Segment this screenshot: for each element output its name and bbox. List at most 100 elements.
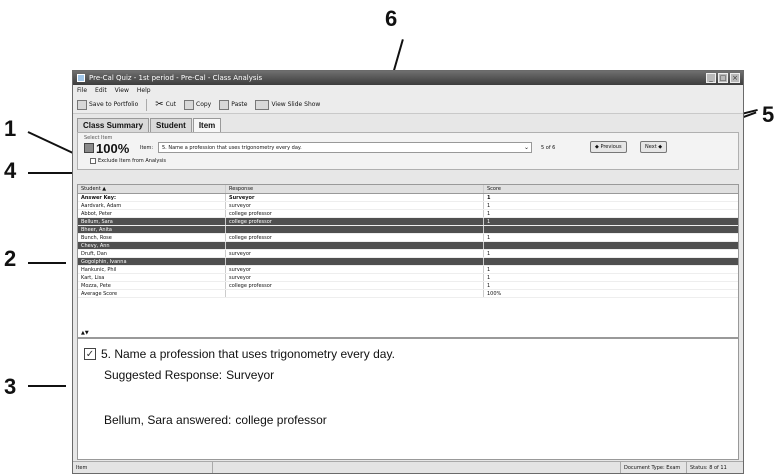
column-header-response[interactable]: Response	[226, 185, 484, 193]
suggested-value: Surveyor	[226, 368, 275, 382]
menu-edit[interactable]: Edit	[95, 87, 107, 94]
table-row[interactable]: Bunch, Rose college professor 1	[78, 234, 738, 242]
app-window: Pre-Cal Quiz - 1st period - Pre-Cal - Cl…	[72, 70, 744, 474]
callout-4: 4	[4, 158, 17, 183]
cell-score	[484, 258, 738, 265]
title-bar: Pre-Cal Quiz - 1st period - Pre-Cal - Cl…	[73, 71, 743, 85]
cell-response: Surveyor	[226, 194, 484, 201]
cell-student: Mozza, Pete	[78, 282, 226, 289]
cut-button[interactable]: ✂ Cut	[155, 99, 176, 110]
column-header-student[interactable]: Student ▲	[78, 185, 226, 193]
callout-2: 2	[4, 246, 17, 271]
tab-student[interactable]: Student	[150, 118, 192, 132]
item-count: 5 of 6	[541, 145, 556, 151]
checkmark-icon: ✓	[84, 348, 96, 360]
item-detail-panel: ✓ 5. Name a profession that uses trigono…	[77, 338, 739, 460]
cell-score: 1	[487, 202, 491, 209]
table-row[interactable]: Average Score 100%	[78, 290, 738, 298]
cell-student: Chevy, Ann	[78, 242, 226, 249]
save-to-portfolio-button[interactable]: Save to Portfolio	[77, 99, 138, 110]
cell-response	[226, 258, 484, 265]
table-row[interactable]: Bheer, Anita	[78, 226, 738, 234]
cell-student: Gogolphin, Ivanna	[78, 258, 226, 265]
maximize-button[interactable]: □	[718, 73, 728, 83]
cell-student: Druft, Dan	[78, 250, 226, 257]
callout-3: 3	[4, 374, 17, 399]
next-label: Next	[645, 144, 657, 150]
table-row[interactable]: Aardvark, Adam surveyor 1	[78, 202, 738, 210]
menu-view[interactable]: View	[115, 87, 129, 94]
scissors-icon: ✂	[155, 99, 164, 110]
paste-label: Paste	[231, 101, 248, 108]
close-button[interactable]: ×	[730, 73, 740, 83]
callout-5: 5	[762, 102, 775, 127]
tab-class-summary[interactable]: Class Summary	[77, 118, 150, 132]
cut-label: Cut	[165, 101, 176, 108]
score-icon	[84, 143, 94, 153]
next-button[interactable]: Next ◆	[640, 141, 668, 153]
item-dropdown[interactable]: 5. Name a profession that uses trigonome…	[158, 142, 532, 153]
cell-student: Answer Key:	[78, 194, 226, 201]
exclude-item-checkbox[interactable]: Exclude Item from Analysis	[90, 158, 166, 164]
status-count: Status: 8 of 11	[690, 464, 727, 471]
table-row[interactable]: Hankunic, Phil surveyor 1	[78, 266, 738, 274]
cell-score	[484, 242, 738, 249]
copy-icon	[184, 99, 194, 110]
cell-score: 1	[487, 218, 491, 225]
cell-response: college professor	[226, 282, 484, 289]
table-row[interactable]: Answer Key: Surveyor 1	[78, 194, 738, 202]
table-row[interactable]: Kart, Lisa surveyor 1	[78, 274, 738, 282]
menu-file[interactable]: File	[77, 87, 87, 94]
table-row[interactable]: Gogolphin, Ivanna	[78, 258, 738, 266]
cell-score: 1	[487, 234, 491, 241]
splitter-handle-icon[interactable]: ▲▼	[81, 330, 89, 336]
column-header-score[interactable]: Score	[484, 185, 738, 193]
callout-line-2	[28, 262, 66, 264]
copy-label: Copy	[196, 101, 212, 108]
cell-student: Bellum, Sara	[78, 218, 226, 225]
cell-response: surveyor	[226, 202, 484, 209]
app-icon	[77, 74, 85, 82]
tab-item[interactable]: Item	[192, 118, 222, 132]
item-label: Item:	[140, 145, 154, 151]
cell-response	[226, 242, 484, 249]
slideshow-label: View Slide Show	[271, 101, 321, 108]
answered-value: college professor	[235, 413, 327, 427]
toolbar: Save to Portfolio ✂ Cut Copy Paste View …	[73, 96, 743, 114]
table-row[interactable]: Druft, Dan surveyor 1	[78, 250, 738, 258]
callout-1: 1	[4, 116, 17, 141]
table-row[interactable]: Mozza, Pete college professor 1	[78, 282, 738, 290]
table-row[interactable]: Abbot, Peter college professor 1	[78, 210, 738, 218]
checkbox-icon	[90, 158, 96, 164]
cell-student: Bunch, Rose	[78, 234, 226, 241]
table-row[interactable]: Chevy, Ann	[78, 242, 738, 250]
paste-icon	[219, 99, 230, 110]
cell-response: college professor	[226, 234, 484, 241]
exclude-label: Exclude Item from Analysis	[98, 158, 166, 164]
chevron-down-icon: ⌄	[523, 144, 529, 151]
cell-student: Abbot, Peter	[78, 210, 226, 217]
student-answer: Bellum, Sara answered: college professor	[104, 413, 327, 427]
cell-student: Aardvark, Adam	[78, 202, 226, 209]
tab-strip: Class Summary Student Item	[73, 116, 743, 132]
cell-response: surveyor	[226, 274, 484, 281]
cell-response: college professor	[226, 210, 484, 217]
cell-response: surveyor	[226, 266, 484, 273]
cell-score: 1	[487, 266, 491, 273]
view-slide-show-button[interactable]: View Slide Show	[255, 99, 321, 110]
slideshow-icon	[255, 99, 270, 110]
menu-bar: File Edit View Help	[73, 85, 743, 96]
minimize-button[interactable]: _	[706, 73, 716, 83]
status-doc-type: Document Type: Exam	[621, 462, 687, 473]
previous-button[interactable]: ◆ Previous	[590, 141, 627, 153]
cell-response	[226, 226, 484, 233]
menu-help[interactable]: Help	[137, 87, 151, 94]
cell-response: surveyor	[226, 250, 484, 257]
suggested-response: Suggested Response: Surveyor	[104, 368, 274, 382]
item-dropdown-value: 5. Name a profession that uses trigonome…	[162, 145, 302, 151]
table-row[interactable]: Bellum, Sara college professor 1	[78, 218, 738, 226]
callout-6: 6	[385, 6, 398, 31]
cell-score: 1	[487, 274, 491, 281]
paste-button[interactable]: Paste	[219, 99, 248, 110]
copy-button[interactable]: Copy	[184, 99, 212, 110]
